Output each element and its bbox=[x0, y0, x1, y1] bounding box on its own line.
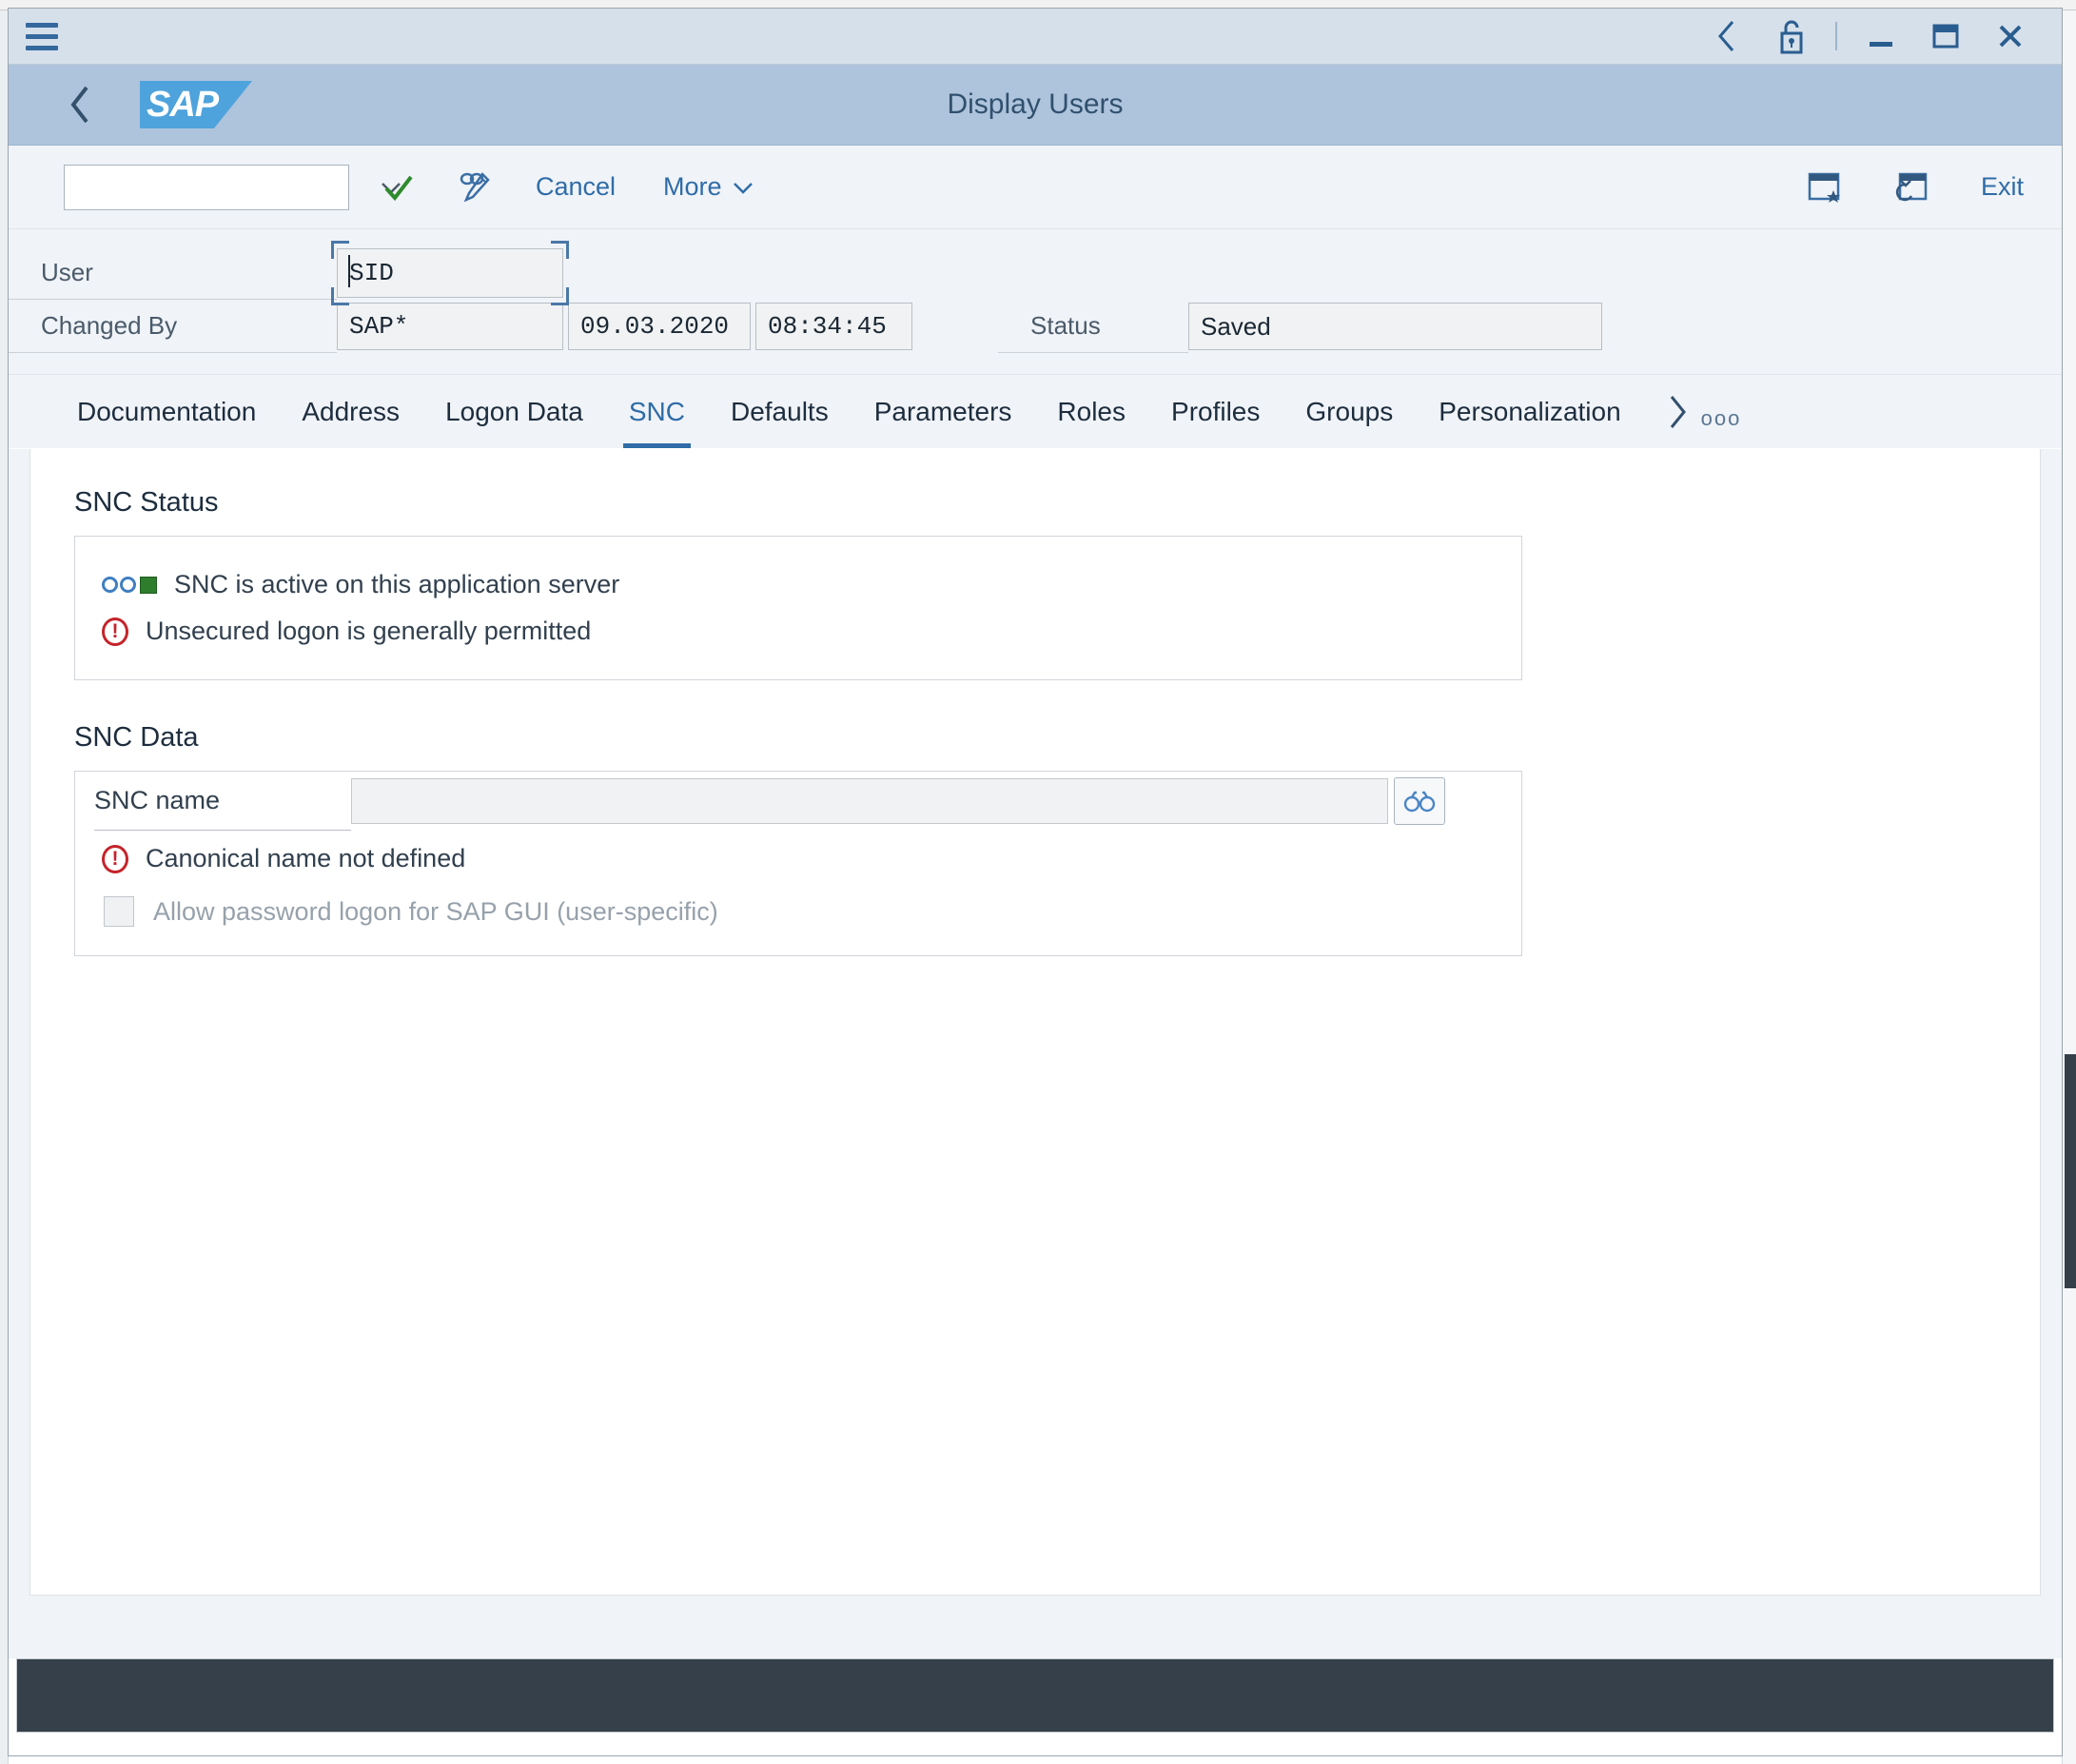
allow-password-logon-checkbox[interactable] bbox=[104, 896, 134, 927]
unsecured-logon-status-line: ! Unsecured logon is generally permitted bbox=[75, 608, 1521, 655]
chevron-down-icon bbox=[732, 172, 754, 202]
more-menu-button[interactable]: More bbox=[650, 161, 768, 214]
snc-name-label: SNC name bbox=[94, 772, 351, 831]
background-window-fragment bbox=[2065, 1054, 2076, 1288]
sap-logo[interactable]: SAP bbox=[140, 81, 252, 128]
snc-data-group-title: SNC Data bbox=[74, 722, 199, 753]
changed-date-field: 09.03.2020 bbox=[568, 303, 751, 350]
snc-active-status-text: SNC is active on this application server bbox=[174, 570, 620, 598]
tab-address[interactable]: Address bbox=[279, 375, 422, 448]
enter-checkmark-icon[interactable] bbox=[372, 161, 425, 214]
tab-documentation[interactable]: Documentation bbox=[54, 375, 279, 448]
tab-logon-data[interactable]: Logon Data bbox=[422, 375, 606, 448]
close-icon[interactable] bbox=[1980, 9, 2041, 64]
tab-label: Groups bbox=[1305, 396, 1394, 426]
text-caret bbox=[348, 255, 350, 287]
window-controls-divider bbox=[1835, 22, 1837, 50]
unsecured-logon-status-text: Unsecured logon is generally permitted bbox=[146, 617, 592, 645]
snc-data-group: SNC name ! Canonical name not defined Al… bbox=[74, 771, 1522, 956]
user-field-wrapper: SID bbox=[331, 241, 569, 305]
tab-label: SNC bbox=[628, 396, 685, 426]
background-window-right-edge bbox=[2062, 0, 2076, 1764]
tab-personalization[interactable]: Personalization bbox=[1416, 375, 1643, 448]
traffic-light-green-icon bbox=[102, 576, 157, 594]
red-alert-icon: ! bbox=[102, 617, 128, 646]
tab-roles[interactable]: Roles bbox=[1034, 375, 1148, 448]
more-menu-label: More bbox=[663, 172, 722, 201]
snc-status-group: SNC is active on this application server… bbox=[74, 536, 1522, 680]
tab-overflow-dots[interactable]: ooo bbox=[1697, 375, 1761, 448]
snc-name-input[interactable] bbox=[351, 778, 1388, 824]
tab-label: Parameters bbox=[873, 396, 1012, 426]
title-bar bbox=[9, 9, 2062, 65]
tab-bar: Documentation Address Logon Data SNC Def… bbox=[9, 375, 2062, 449]
cancel-button-label: Cancel bbox=[536, 172, 617, 201]
maximize-icon[interactable] bbox=[1915, 9, 1976, 64]
history-back-icon[interactable] bbox=[1696, 9, 1757, 64]
new-session-icon[interactable] bbox=[1884, 161, 1937, 214]
status-field: Saved bbox=[1188, 303, 1602, 350]
tab-parameters[interactable]: Parameters bbox=[852, 375, 1035, 448]
user-field[interactable]: SID bbox=[337, 248, 563, 298]
window-controls bbox=[1696, 9, 2062, 64]
snc-tab-panel: SNC Status SNC is active on this applica… bbox=[29, 449, 2041, 1596]
page-title: Display Users bbox=[947, 88, 1124, 120]
snc-status-group-title: SNC Status bbox=[74, 487, 219, 518]
user-row: User SID bbox=[9, 241, 2062, 305]
tab-label: Logon Data bbox=[445, 396, 583, 426]
binoculars-icon[interactable] bbox=[1394, 777, 1445, 825]
application-toolbar: Cancel More Exit bbox=[9, 146, 2062, 229]
display-change-pencil-icon[interactable] bbox=[448, 161, 501, 214]
toolbar-right-group: Exit bbox=[1775, 161, 2037, 214]
changed-by-row: Changed By SAP* 09.03.2020 08:34:45 Stat… bbox=[9, 300, 2062, 353]
tab-label: Defaults bbox=[730, 396, 829, 426]
changed-by-label: Changed By bbox=[9, 300, 337, 353]
content-scroll-area: SNC Status SNC is active on this applica… bbox=[9, 449, 2062, 1658]
canonical-name-message-row: ! Canonical name not defined bbox=[75, 831, 1521, 887]
tab-label: Documentation bbox=[77, 396, 257, 426]
sap-logo-text: SAP bbox=[147, 85, 219, 125]
exit-button-label: Exit bbox=[1980, 172, 2024, 201]
command-input[interactable] bbox=[65, 173, 379, 201]
shell-back-icon[interactable] bbox=[52, 77, 108, 132]
user-header-form: User SID Changed By SAP* 09.03.2020 08:3… bbox=[9, 229, 2062, 375]
changed-time-field: 08:34:45 bbox=[755, 303, 912, 350]
tab-label: Address bbox=[302, 396, 401, 426]
snc-active-status-line: SNC is active on this application server bbox=[75, 561, 1521, 608]
focus-corner-br bbox=[551, 287, 569, 305]
tab-groups[interactable]: Groups bbox=[1283, 375, 1416, 448]
snc-name-row: SNC name bbox=[75, 772, 1521, 831]
shell-bar: SAP Display Users bbox=[9, 65, 2062, 146]
red-alert-icon: ! bbox=[102, 844, 128, 873]
tab-label: Roles bbox=[1057, 396, 1126, 426]
tab-snc[interactable]: SNC bbox=[606, 375, 708, 448]
content-bottom-gap bbox=[9, 1596, 2062, 1658]
command-field[interactable] bbox=[64, 164, 401, 210]
tab-label: Personalization bbox=[1439, 396, 1621, 426]
tab-label: Profiles bbox=[1171, 396, 1261, 426]
chevron-right-icon[interactable] bbox=[1644, 375, 1697, 448]
status-bar[interactable] bbox=[16, 1658, 2054, 1733]
focus-corner-bl bbox=[331, 287, 349, 305]
cancel-button[interactable]: Cancel bbox=[522, 161, 629, 214]
user-label: User bbox=[9, 246, 337, 300]
exit-button[interactable]: Exit bbox=[1968, 161, 2037, 214]
minimize-icon[interactable] bbox=[1851, 9, 1911, 64]
status-label: Status bbox=[998, 300, 1188, 353]
tab-defaults[interactable]: Defaults bbox=[708, 375, 852, 448]
unlock-padlock-icon[interactable] bbox=[1761, 9, 1822, 64]
focus-corner-tl bbox=[331, 241, 349, 259]
changed-by-field: SAP* bbox=[337, 303, 563, 350]
allow-password-logon-row: Allow password logon for SAP GUI (user-s… bbox=[75, 887, 1521, 955]
sap-gui-window: SAP Display Users Cancel More Exit User … bbox=[8, 8, 2063, 1756]
hamburger-menu-icon[interactable] bbox=[9, 9, 75, 64]
create-shortcut-icon[interactable] bbox=[1798, 161, 1851, 214]
canonical-name-message: Canonical name not defined bbox=[146, 844, 466, 872]
tab-profiles[interactable]: Profiles bbox=[1148, 375, 1283, 448]
focus-corner-tr bbox=[551, 241, 569, 259]
allow-password-logon-label: Allow password logon for SAP GUI (user-s… bbox=[153, 896, 718, 926]
